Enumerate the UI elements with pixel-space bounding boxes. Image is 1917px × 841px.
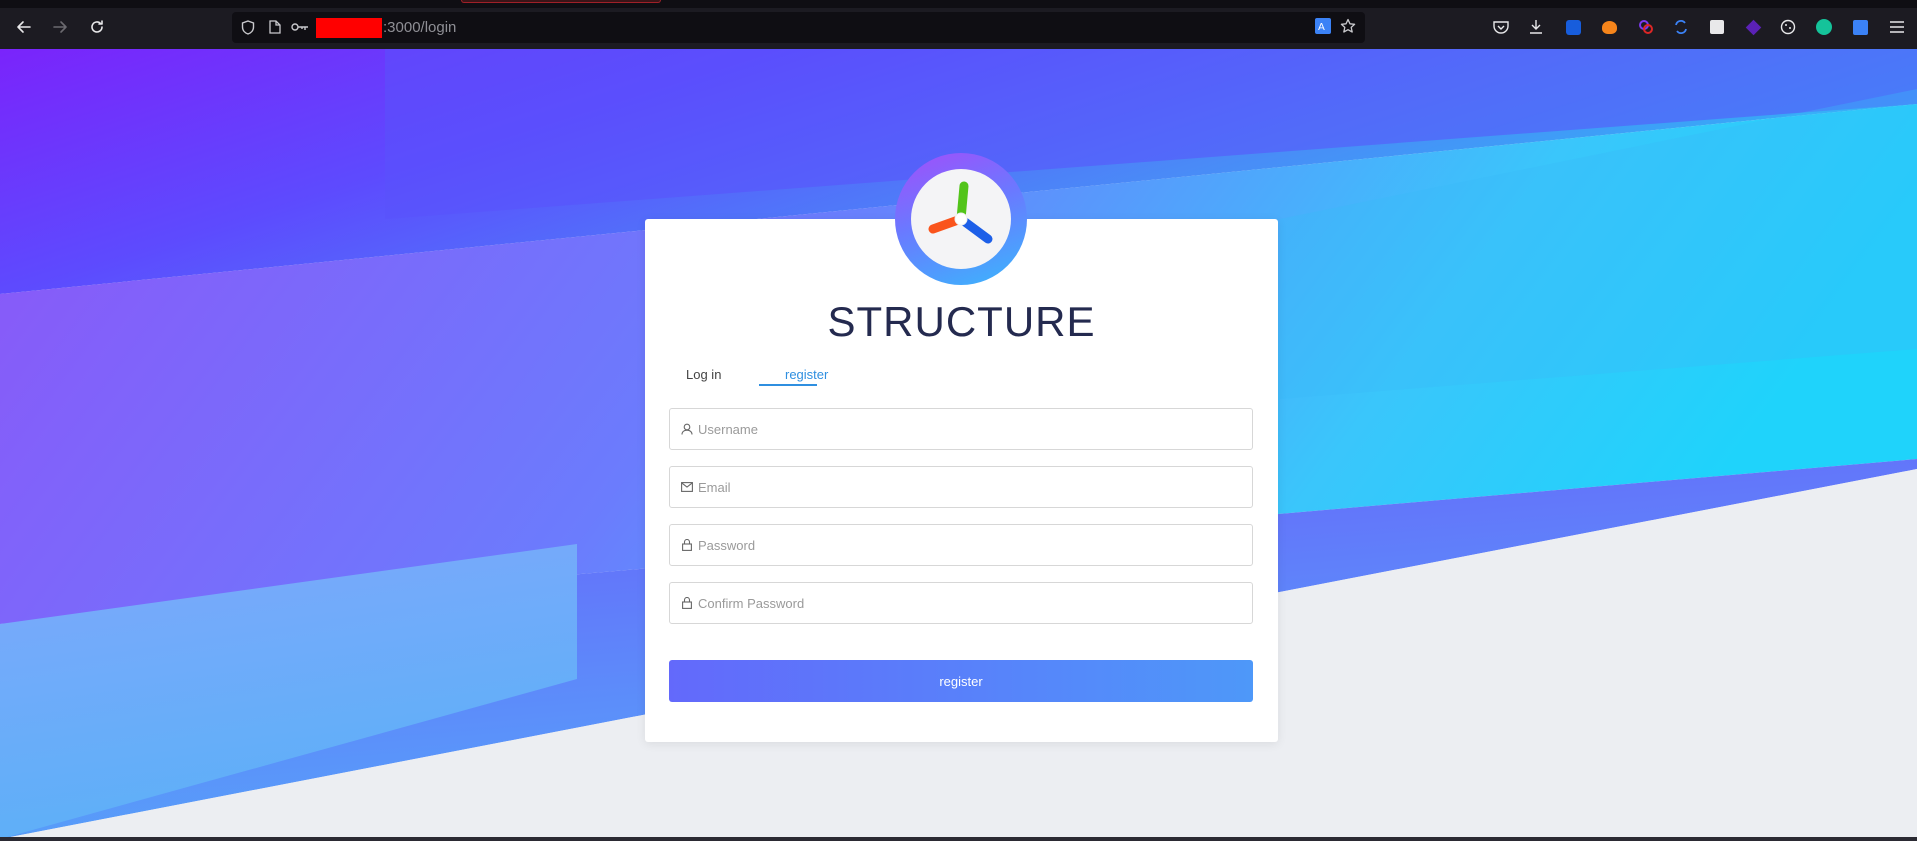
back-icon[interactable] bbox=[12, 15, 36, 39]
tab-login[interactable]: Log in bbox=[686, 367, 721, 382]
download-icon[interactable] bbox=[1526, 17, 1546, 37]
app-title: STRUCTURE bbox=[827, 298, 1096, 345]
reload-icon[interactable] bbox=[85, 15, 109, 39]
active-tab[interactable] bbox=[461, 0, 661, 3]
sync-extension-icon[interactable] bbox=[1671, 17, 1691, 37]
translate-icon[interactable]: A bbox=[1314, 17, 1332, 35]
email-field[interactable] bbox=[669, 466, 1253, 508]
email-input[interactable] bbox=[698, 467, 1238, 507]
grammarly-extension-icon[interactable] bbox=[1814, 17, 1834, 37]
bookmark-star-icon[interactable] bbox=[1339, 17, 1357, 35]
monitor-extension-icon[interactable] bbox=[1707, 17, 1727, 37]
page-icon[interactable] bbox=[266, 18, 284, 36]
pocket-icon[interactable] bbox=[1491, 17, 1511, 37]
register-button[interactable]: register bbox=[669, 660, 1253, 702]
tab-register[interactable]: register bbox=[785, 367, 828, 382]
active-tab-underline bbox=[759, 384, 817, 386]
tab-strip bbox=[0, 0, 1917, 8]
lock-icon bbox=[680, 596, 694, 610]
username-input[interactable] bbox=[698, 409, 1238, 449]
status-strip bbox=[0, 837, 1917, 841]
app-logo bbox=[895, 153, 1027, 285]
diamond-extension-icon[interactable] bbox=[1743, 17, 1763, 37]
fox-extension-icon[interactable] bbox=[1599, 17, 1619, 37]
url-bar[interactable]: :3000/login A bbox=[232, 12, 1365, 43]
menu-icon[interactable] bbox=[1887, 17, 1907, 37]
confirm-password-field[interactable] bbox=[669, 582, 1253, 624]
password-input[interactable] bbox=[698, 525, 1238, 565]
link-extension-icon[interactable] bbox=[1636, 17, 1656, 37]
bitwarden-extension-icon[interactable] bbox=[1563, 17, 1583, 37]
url-text[interactable]: :3000/login bbox=[383, 19, 456, 36]
forward-icon[interactable] bbox=[48, 15, 72, 39]
lock-icon bbox=[680, 538, 694, 552]
mail-icon bbox=[680, 480, 694, 494]
redacted-host bbox=[316, 18, 382, 38]
browser-toolbar: :3000/login A bbox=[0, 0, 1917, 49]
shield-icon[interactable] bbox=[239, 18, 257, 36]
cookie-extension-icon[interactable] bbox=[1778, 17, 1798, 37]
key-icon[interactable] bbox=[291, 18, 309, 36]
svg-text:A: A bbox=[1318, 22, 1325, 33]
translate-extension-icon[interactable] bbox=[1850, 17, 1870, 37]
confirm-password-input[interactable] bbox=[698, 583, 1238, 623]
username-field[interactable] bbox=[669, 408, 1253, 450]
password-field[interactable] bbox=[669, 524, 1253, 566]
clock-icon bbox=[911, 169, 1011, 269]
user-icon bbox=[680, 422, 694, 436]
